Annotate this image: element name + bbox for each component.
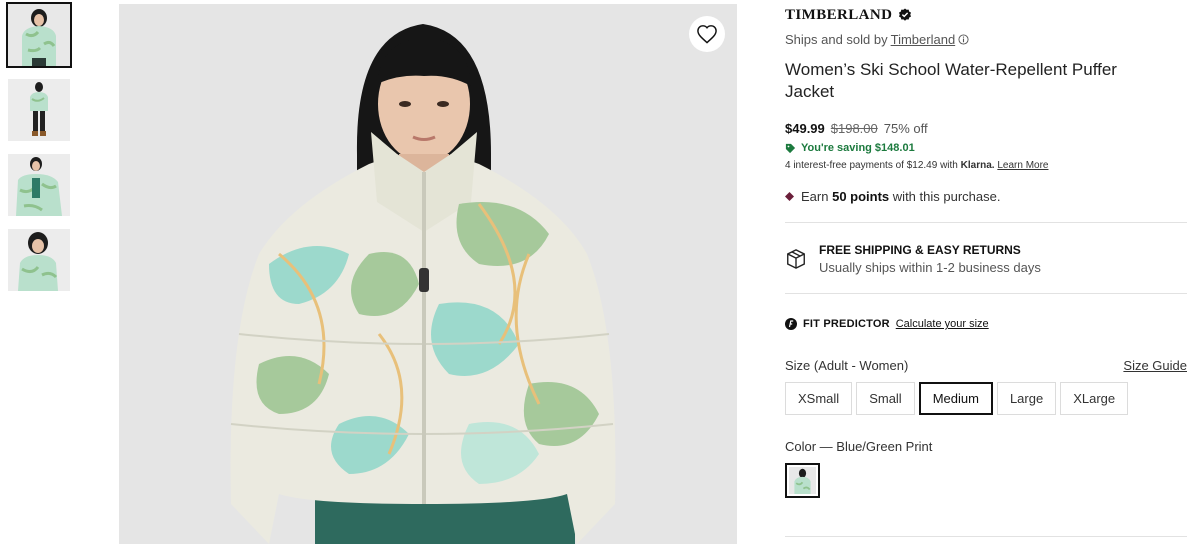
size-label: Size (Adult - Women) (785, 358, 909, 373)
shipping-info: FREE SHIPPING & EASY RETURNS Usually shi… (785, 223, 1187, 293)
size-guide-link[interactable]: Size Guide (1123, 358, 1187, 373)
size-option-xlarge[interactable]: XLarge (1060, 382, 1129, 415)
product-details: TIMBERLAND Ships and sold by Timberland … (785, 6, 1187, 498)
klarna-learn-more-link[interactable]: Learn More (997, 160, 1048, 171)
original-price: $198.00 (830, 121, 878, 136)
size-option-xsmall[interactable]: XSmall (785, 382, 853, 415)
product-title: Women’s Ski School Water-Repellent Puffe… (785, 60, 1117, 101)
package-box-icon (787, 249, 805, 269)
klarna-logo: Klarna. (960, 160, 995, 171)
thumbnail-image (8, 4, 70, 66)
thumbnail-image (8, 154, 70, 216)
divider (785, 536, 1187, 537)
shipping-title: FREE SHIPPING & EASY RETURNS (819, 243, 1021, 257)
thumbnail-list (6, 2, 72, 304)
main-product-image[interactable] (119, 4, 737, 544)
size-option-large[interactable]: Large (996, 382, 1057, 415)
thumbnail-image (8, 79, 70, 141)
saving-row: You're saving $148.01 (785, 142, 1187, 154)
thumbnail-1[interactable] (6, 2, 72, 68)
heart-icon (697, 25, 717, 44)
points-suffix: with this purchase. (892, 189, 1001, 204)
seller-prefix: Ships and sold by (785, 32, 888, 47)
seller-link[interactable]: Timberland (891, 32, 956, 47)
shipping-subtitle: Usually ships within 1-2 business days (819, 260, 1041, 275)
fit-predictor-label: FIT PREDICTOR (803, 318, 890, 330)
calculate-size-link[interactable]: Calculate your size (896, 318, 989, 330)
thumbnail-4[interactable] (8, 229, 70, 291)
discount-percent: 75% off (883, 121, 928, 136)
info-icon[interactable] (958, 34, 969, 45)
fit-predictor-icon (785, 318, 797, 330)
color-swatch-blue-green-print[interactable] (785, 463, 820, 498)
wishlist-button[interactable] (689, 16, 725, 52)
price-tag-icon (785, 143, 796, 153)
klarna-text: 4 interest-free payments of $12.49 with (785, 160, 958, 171)
price-row: $49.99 $198.00 75% off (785, 121, 1187, 136)
thumbnail-image (8, 229, 70, 291)
brand-name[interactable]: TIMBERLAND (785, 7, 892, 24)
saving-text: You're saving $148.01 (801, 142, 915, 154)
size-option-medium[interactable]: Medium (918, 382, 993, 415)
current-price: $49.99 (785, 121, 825, 136)
color-label: Color — Blue/Green Print (785, 439, 933, 454)
product-photo (119, 4, 737, 544)
brand-row: TIMBERLAND (785, 6, 1187, 24)
size-option-small[interactable]: Small (856, 382, 915, 415)
points-amount: 50 points (832, 189, 890, 204)
size-header: Size (Adult - Women) Size Guide (785, 358, 1187, 373)
fit-predictor: FIT PREDICTOR Calculate your size (785, 318, 1187, 330)
points-prefix: Earn (801, 189, 829, 204)
klarna-row: 4 interest-free payments of $12.49 with … (785, 160, 1187, 171)
diamond-icon (785, 192, 794, 201)
seller-info: Ships and sold by Timberland (785, 32, 1187, 47)
swatch-image (789, 467, 816, 494)
verified-badge-icon (899, 8, 912, 21)
divider (785, 293, 1187, 294)
thumbnail-3[interactable] (8, 154, 70, 216)
points-row: Earn 50 points with this purchase. (785, 189, 1187, 204)
size-options: XSmall Small Medium Large XLarge (785, 382, 1187, 415)
thumbnail-2[interactable] (8, 79, 70, 141)
